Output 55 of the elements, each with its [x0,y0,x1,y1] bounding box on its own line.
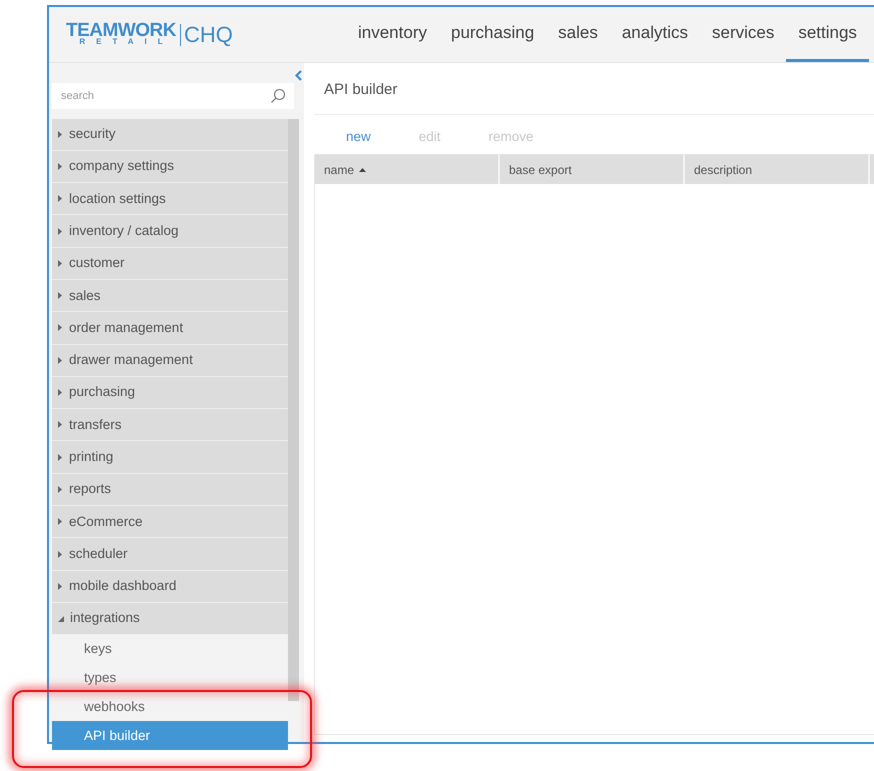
nav-tab[interactable]: sales [546,7,610,62]
sidebar-item[interactable]: mobile dashboard [52,570,288,603]
caret-icon [58,260,62,267]
sidebar-item[interactable]: purchasing [52,376,288,410]
scrollbar[interactable] [288,118,299,700]
sidebar-item[interactable]: printing [52,441,288,474]
page-title: API builder [314,63,874,115]
sidebar-item[interactable]: order management [52,312,288,345]
column-label: base export [509,162,572,179]
nav-tab[interactable]: inventory [346,7,439,62]
caret-icon [58,292,62,300]
nav-tab[interactable]: analytics [610,7,700,62]
sidebar-item[interactable]: transfers [52,409,288,442]
nav-tab[interactable]: services [700,7,786,62]
sidebar-item[interactable]: company settings [52,150,288,184]
nav-tab[interactable]: purchasing [438,7,546,62]
caret-icon [58,486,62,493]
caret-icon [58,324,62,332]
caret-icon [58,162,62,170]
caret-icon [58,550,62,558]
search-icon [270,88,286,104]
sidebar-item[interactable]: drawer management [52,344,288,377]
sidebar-item[interactable]: eCommerce [52,506,288,538]
column-label: description [694,162,752,179]
sidebar-subitem[interactable]: keys [52,635,288,664]
caret-icon [58,582,62,590]
sidebar-item[interactable]: security [52,118,288,151]
column-header[interactable]: name [315,155,500,184]
logo-brand: TEAMWORK [66,23,176,40]
caret-icon [58,389,62,396]
logo-subtitle: RETAIL [79,39,174,46]
column-label: name [324,162,354,179]
sidebar-item[interactable]: customer [52,248,288,280]
sidebar-subitem[interactable]: API builder [52,721,288,750]
sidebar-item[interactable]: scheduler [52,538,288,571]
caret-icon [58,518,62,526]
caret-icon [58,356,62,364]
caret-icon [58,616,64,622]
caret-icon [58,228,62,235]
sidebar-item[interactable]: integrations [52,602,288,636]
caret-icon [58,195,62,202]
search-field[interactable]: search [52,82,294,108]
column-header[interactable]: description [685,155,870,184]
caret-icon [58,454,62,461]
sidebar-subitem[interactable]: types [52,664,288,693]
sidebar-item[interactable]: sales [52,280,288,312]
logo-product: CHQ [184,21,233,49]
sidebar-item[interactable]: inventory / catalog [52,215,288,248]
column-header[interactable]: base export [500,155,685,184]
caret-icon [58,421,62,428]
sidebar-subitem[interactable]: webhooks [52,692,288,722]
caret-icon [58,130,62,138]
action-link[interactable]: new [334,125,383,150]
sidebar-item[interactable]: reports [52,474,288,506]
sidebar-item[interactable]: location settings [52,183,288,216]
